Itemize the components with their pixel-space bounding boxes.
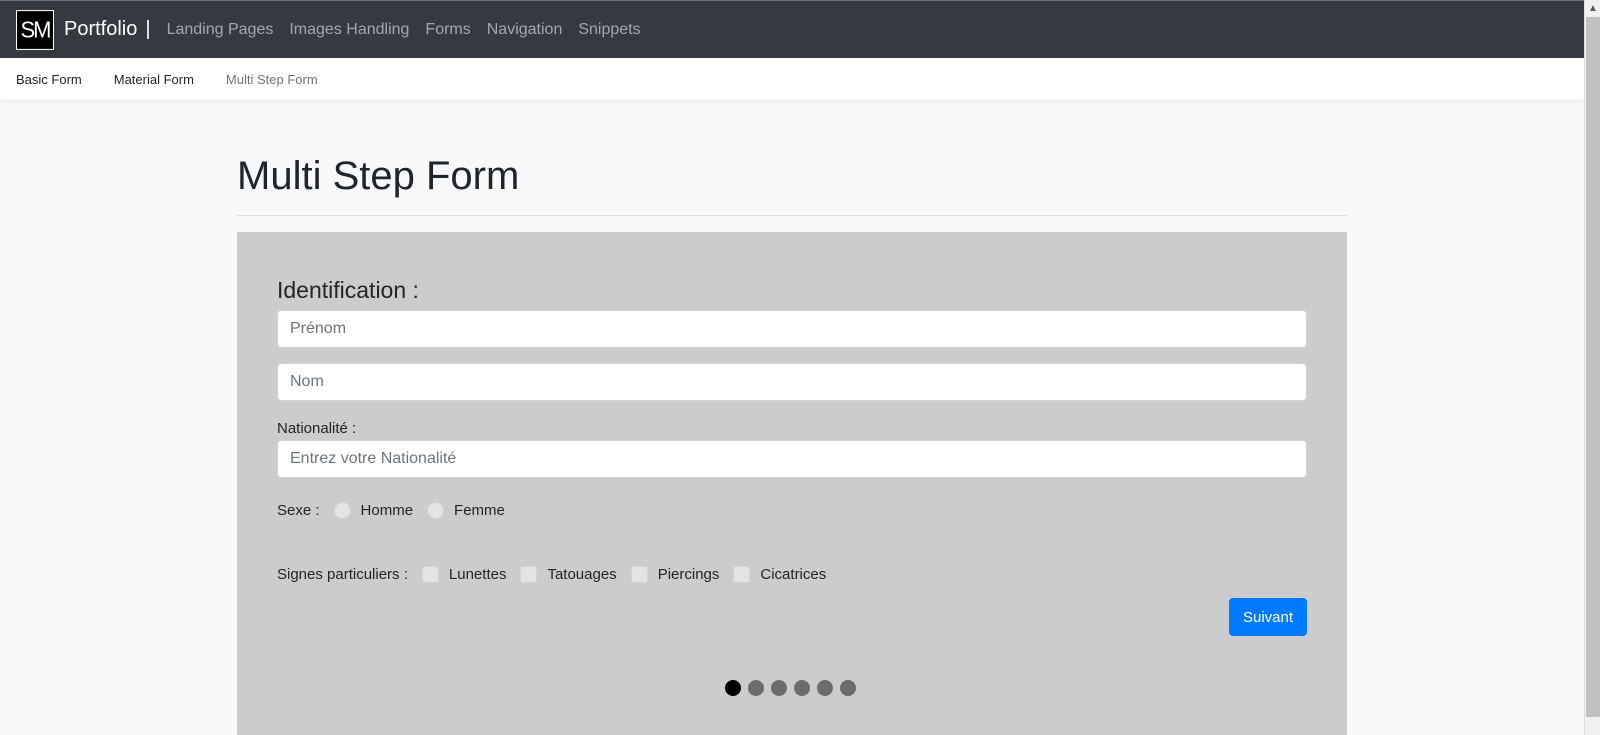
nationality-input[interactable] [277,440,1307,478]
brand-separator: | [145,18,151,40]
marks-label: Signes particuliers : [277,566,408,583]
nav-forms[interactable]: Forms [425,21,470,39]
checkbox-lunettes[interactable] [421,566,439,583]
top-navbar: SM Portfolio | Landing Pages Images Hand… [0,0,1584,58]
step-dot-2 [748,680,764,696]
brand-title[interactable]: Portfolio [64,18,137,41]
form-card: Identification : Nationalité : Sexe : Ho… [237,232,1347,735]
checkbox-piercings[interactable] [630,566,648,583]
subnav-basic-form[interactable]: Basic Form [16,72,82,87]
radio-femme-label[interactable]: Femme [454,502,505,519]
step-dot-1 [725,680,741,696]
section-title: Identification : [277,277,419,303]
nav-navigation[interactable]: Navigation [487,21,563,39]
nav-landing-pages[interactable]: Landing Pages [167,21,274,39]
checkbox-tatouages-label[interactable]: Tatouages [547,566,616,583]
checkbox-cicatrices-label[interactable]: Cicatrices [760,566,826,583]
next-button[interactable]: Suivant [1229,598,1307,636]
radio-femme[interactable] [427,502,445,519]
page-title: Multi Step Form [237,154,520,198]
subnav-multi-step-form[interactable]: Multi Step Form [226,72,318,87]
first-name-input[interactable] [277,310,1307,348]
subnav-material-form[interactable]: Material Form [114,72,194,87]
step-dot-5 [817,680,833,696]
last-name-input[interactable] [277,363,1307,401]
checkbox-piercings-label[interactable]: Piercings [658,566,720,583]
scroll-thumb[interactable] [1586,17,1600,717]
step-dot-4 [794,680,810,696]
step-dot-3 [771,680,787,696]
scroll-up-arrow-icon[interactable]: ▲ [1585,2,1600,16]
logo[interactable]: SM [16,9,54,50]
nav-images-handling[interactable]: Images Handling [289,21,409,39]
sub-navbar: Basic Form Material Form Multi Step Form [0,58,1584,100]
radio-homme[interactable] [333,502,351,519]
checkbox-tatouages[interactable] [520,566,538,583]
sex-label: Sexe : [277,502,320,519]
checkbox-lunettes-label[interactable]: Lunettes [449,566,507,583]
title-divider [237,215,1347,216]
sex-row: Sexe : Homme Femme [277,502,505,519]
vertical-scrollbar[interactable]: ▲ [1584,0,1600,735]
marks-row: Signes particuliers : Lunettes Tatouages… [277,566,826,583]
nationality-label: Nationalité : [277,420,357,437]
radio-homme-label[interactable]: Homme [361,502,414,519]
step-indicator [725,680,863,696]
checkbox-cicatrices[interactable] [733,566,751,583]
nav-snippets[interactable]: Snippets [578,21,640,39]
step-dot-6 [840,680,856,696]
